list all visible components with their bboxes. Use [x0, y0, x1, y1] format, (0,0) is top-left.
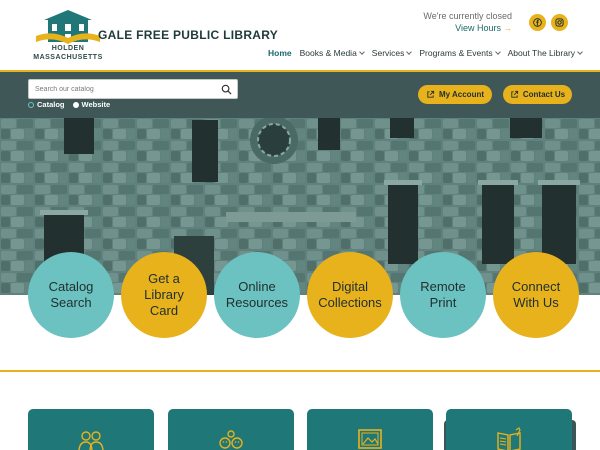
image-icon: [358, 429, 382, 449]
catalog-search-button[interactable]: Catalog Search: [28, 252, 114, 338]
radio-selected-icon: [28, 101, 34, 108]
digital-collections-label: Digital Collections: [318, 279, 382, 311]
chevron-down-icon: [358, 49, 365, 55]
digital-collections-line2: Collections: [318, 295, 382, 310]
book-icon: [497, 427, 521, 450]
search-scope: Catalog Website: [28, 100, 110, 109]
main-nav: Home Books & Media Services Programs & E…: [268, 46, 583, 60]
feature-card-gallery[interactable]: [307, 409, 433, 450]
search-icon[interactable]: [221, 84, 232, 95]
instagram-icon[interactable]: [551, 14, 568, 31]
my-account-label: My Account: [438, 90, 485, 99]
nav-services-label: Services: [371, 48, 405, 58]
kids-icon: [219, 430, 243, 449]
chevron-down-icon: [577, 49, 583, 55]
external-link-icon: [511, 90, 518, 98]
open-status: We're currently closed: [423, 11, 512, 21]
view-hours-label: View Hours: [455, 23, 501, 33]
view-hours-link[interactable]: View Hours →: [440, 23, 512, 33]
feature-card-adults[interactable]: [28, 409, 154, 450]
digital-collections-button[interactable]: Digital Collections: [307, 252, 393, 338]
nav-about[interactable]: About The Library: [507, 46, 583, 60]
search-bar: Catalog Website My Account Contact Us: [0, 72, 600, 118]
catalog-search-label: Catalog Search: [49, 279, 94, 311]
remote-print-button[interactable]: Remote Print: [400, 252, 486, 338]
online-resources-line2: Resources: [225, 295, 289, 310]
scope-website-label: Website: [81, 100, 111, 109]
logo-town: HOLDEN: [51, 45, 85, 52]
feature-card-kids[interactable]: [168, 409, 294, 450]
nav-about-label: About The Library: [507, 48, 576, 58]
contact-us-button[interactable]: Contact Us: [503, 85, 572, 104]
scope-catalog-label: Catalog: [37, 100, 65, 109]
facebook-icon[interactable]: [529, 14, 546, 31]
online-resources-label: Online Resources: [226, 279, 288, 311]
nav-programs-events[interactable]: Programs & Events: [419, 46, 501, 60]
remote-print-line2: Print: [429, 295, 457, 310]
remote-print-line1: Remote: [420, 279, 466, 294]
library-card-label: Get a Library Card: [144, 271, 184, 319]
search-input[interactable]: [35, 83, 215, 96]
online-resources-line1: Online: [238, 279, 276, 294]
library-card-button[interactable]: Get a Library Card: [121, 252, 207, 338]
feature-card-books[interactable]: [446, 409, 572, 450]
library-logo[interactable]: HOLDEN MASSACHUSETTS: [28, 8, 108, 66]
connect-with-us-button[interactable]: Connect With Us: [493, 252, 579, 338]
contact-us-label: Contact Us: [522, 90, 566, 99]
people-icon: [78, 431, 104, 450]
chevron-down-icon: [494, 49, 501, 55]
catalog-search-line1: Catalog: [48, 279, 94, 294]
remote-print-label: Remote Print: [420, 279, 466, 311]
scope-catalog-radio[interactable]: Catalog: [28, 100, 65, 109]
nav-services[interactable]: Services: [371, 46, 413, 60]
connect-with-us-label: Connect With Us: [512, 279, 560, 311]
site-header: HOLDEN MASSACHUSETTS GALE FREE PUBLIC LI…: [0, 0, 600, 72]
nav-books-media[interactable]: Books & Media: [299, 46, 365, 60]
library-name[interactable]: GALE FREE PUBLIC LIBRARY: [98, 28, 278, 42]
connect-with-us-line1: Connect: [511, 279, 561, 294]
nav-home-label: Home: [268, 48, 292, 58]
library-card-line3: Card: [149, 303, 179, 318]
section-divider: [0, 370, 600, 372]
catalog-search-line2: Search: [50, 295, 92, 310]
external-link-icon: [427, 90, 435, 98]
nav-home[interactable]: Home: [268, 46, 292, 60]
scope-website-radio[interactable]: Website: [72, 100, 111, 109]
nav-programs-events-label: Programs & Events: [419, 48, 493, 58]
search-box: [28, 79, 238, 99]
my-account-button[interactable]: My Account: [418, 85, 492, 104]
radio-unselected-icon: [72, 101, 79, 108]
connect-with-us-line2: With Us: [513, 295, 559, 310]
arrow-right-icon: →: [503, 23, 512, 33]
library-card-line1: Get a: [148, 271, 180, 286]
logo-state: MASSACHUSETTS: [33, 54, 103, 61]
chevron-down-icon: [406, 49, 413, 55]
digital-collections-line1: Digital: [331, 279, 369, 294]
nav-books-media-label: Books & Media: [299, 48, 357, 58]
library-building-icon: [36, 10, 100, 44]
online-resources-button[interactable]: Online Resources: [214, 252, 300, 338]
library-card-line2: Library: [144, 287, 184, 302]
